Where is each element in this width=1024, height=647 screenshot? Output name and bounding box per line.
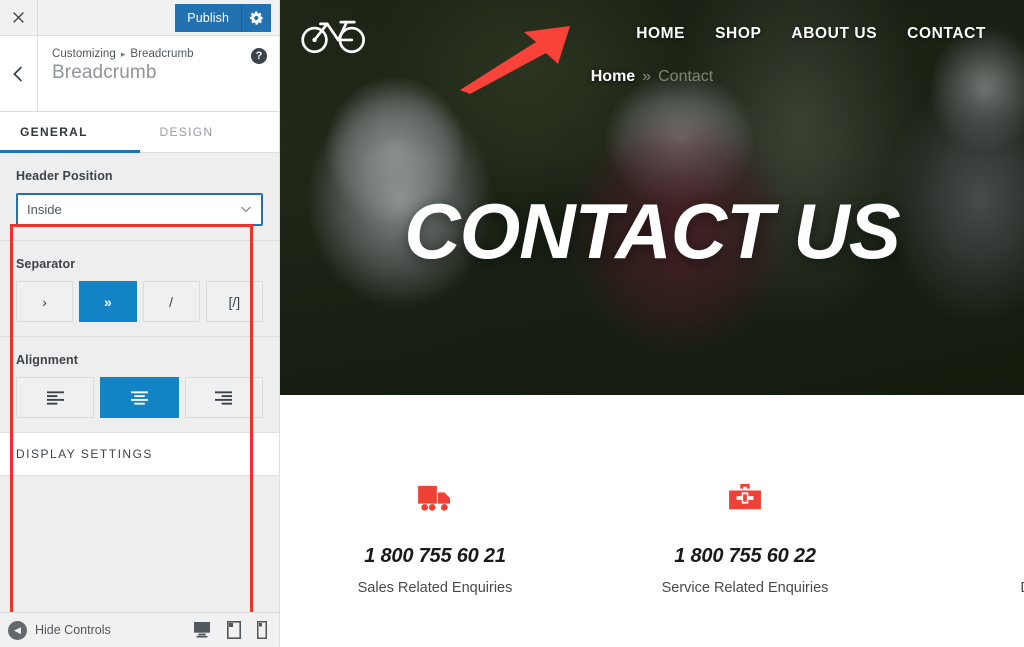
chevron-down-icon bbox=[241, 206, 251, 212]
header-position-value: Inside bbox=[27, 202, 62, 217]
contact-phone-sales[interactable]: 1 800 755 60 21 bbox=[290, 545, 580, 568]
contact-column-sales: 1 800 755 60 21 Sales Related Enquiries bbox=[280, 477, 590, 647]
nav-link-home[interactable]: HOME bbox=[636, 25, 685, 43]
panel-breadcrumb: Customizing ▸ Breadcrumb bbox=[52, 48, 265, 60]
separator-bracket-slash-button[interactable]: [/] bbox=[205, 281, 263, 322]
contact-column-dealership: 1 800 Dealership bbox=[900, 477, 1024, 647]
site-preview: HOME SHOP ABOUT US CONTACT Home » Contac… bbox=[280, 0, 1024, 647]
customizer-sidebar: Publish Customizing ▸ Breadcrumb Breadcr… bbox=[0, 0, 280, 647]
contact-info-section: 1 800 755 60 21 Sales Related Enquiries … bbox=[280, 395, 1024, 647]
close-customizer-button[interactable] bbox=[0, 0, 38, 35]
contact-phone-service[interactable]: 1 800 755 60 22 bbox=[600, 545, 890, 568]
header-position-select[interactable]: Inside bbox=[16, 193, 263, 226]
hero-content: HOME SHOP ABOUT US CONTACT Home » Contac… bbox=[280, 0, 1024, 395]
alignment-label: Alignment bbox=[16, 353, 79, 367]
screen-root: Publish Customizing ▸ Breadcrumb Breadcr… bbox=[0, 0, 1024, 647]
control-alignment: Alignment bbox=[0, 337, 279, 432]
breadcrumb-current-page: Contact bbox=[658, 68, 714, 85]
separator-label: Separator bbox=[16, 257, 76, 271]
site-breadcrumb: Home » Contact bbox=[280, 68, 1024, 86]
collapse-left-icon: ◀ bbox=[8, 620, 27, 640]
breadcrumb-root[interactable]: Customizing bbox=[52, 48, 116, 60]
contact-column-service: 1 800 755 60 22 Service Related Enquirie… bbox=[590, 477, 900, 647]
handshake-icon-wrap bbox=[910, 477, 1024, 519]
bicycle-logo[interactable] bbox=[300, 12, 368, 56]
toolbox-icon bbox=[729, 483, 761, 510]
section-display-settings[interactable]: DISPLAY SETTINGS bbox=[0, 432, 279, 476]
customizer-body: GENERAL DESIGN Header Position Inside Se… bbox=[0, 112, 279, 612]
chevron-left-icon bbox=[13, 65, 23, 82]
publish-group: Publish bbox=[175, 0, 279, 35]
device-desktop-button[interactable] bbox=[193, 622, 211, 638]
hide-controls-label: Hide Controls bbox=[35, 623, 111, 637]
delivery-truck-icon bbox=[418, 485, 450, 511]
align-left-button[interactable] bbox=[16, 377, 95, 418]
breadcrumb-current: Breadcrumb bbox=[130, 48, 194, 60]
customizer-topbar: Publish bbox=[0, 0, 279, 36]
device-desktop-icon bbox=[194, 622, 210, 638]
nav-link-about-us[interactable]: ABOUT US bbox=[791, 25, 877, 43]
header-position-label: Header Position bbox=[16, 169, 113, 183]
device-tablet-icon bbox=[227, 621, 241, 639]
breadcrumb-separator-icon: ▸ bbox=[120, 48, 126, 59]
device-tablet-button[interactable] bbox=[227, 621, 241, 639]
panel-back-button[interactable] bbox=[0, 36, 38, 111]
close-icon bbox=[13, 12, 24, 23]
publish-settings-button[interactable] bbox=[241, 3, 271, 32]
panel-header: Customizing ▸ Breadcrumb Breadcrumb ? bbox=[0, 36, 279, 112]
contact-phone-dealership[interactable]: 1 800 bbox=[910, 545, 1024, 568]
alignment-button-group bbox=[16, 377, 263, 418]
customizer-footer: ◀ Hide Controls bbox=[0, 612, 279, 647]
separator-single-chevron-button[interactable]: › bbox=[16, 281, 74, 322]
separator-double-chevron-button[interactable]: » bbox=[79, 281, 137, 322]
separator-button-group: › » / [/] bbox=[16, 281, 263, 322]
align-right-icon bbox=[215, 390, 233, 405]
gear-icon bbox=[249, 10, 263, 25]
page-title: Breadcrumb bbox=[52, 62, 157, 83]
align-center-button[interactable] bbox=[100, 377, 179, 418]
nav-link-shop[interactable]: SHOP bbox=[715, 25, 761, 43]
nav-link-contact[interactable]: CONTACT bbox=[907, 25, 986, 43]
contact-desc-service: Service Related Enquiries bbox=[661, 580, 829, 596]
breadcrumb-link-home[interactable]: Home bbox=[591, 68, 635, 86]
contact-desc-dealership: Dealership bbox=[910, 580, 1024, 596]
align-left-icon bbox=[46, 390, 64, 405]
align-center-icon bbox=[130, 390, 148, 405]
settings-tabs: GENERAL DESIGN bbox=[0, 112, 279, 153]
tab-general[interactable]: GENERAL bbox=[0, 112, 140, 153]
hide-controls-button[interactable]: ◀ Hide Controls bbox=[8, 620, 193, 640]
delivery-truck-icon-wrap bbox=[290, 477, 580, 519]
help-icon[interactable]: ? bbox=[251, 48, 267, 64]
separator-slash-button[interactable]: / bbox=[142, 281, 200, 322]
control-header-position: Header Position Inside bbox=[0, 153, 279, 241]
contact-desc-sales: Sales Related Enquiries bbox=[357, 580, 513, 596]
panel-title-block: Customizing ▸ Breadcrumb Breadcrumb ? bbox=[38, 36, 279, 111]
device-preview-group bbox=[193, 621, 267, 639]
device-mobile-button[interactable] bbox=[257, 621, 267, 639]
control-separator: Separator › » / [/] bbox=[0, 241, 279, 337]
hero-title: CONTACT US bbox=[404, 187, 901, 275]
hero-section: HOME SHOP ABOUT US CONTACT Home » Contac… bbox=[280, 0, 1024, 395]
breadcrumb-separator: » bbox=[642, 68, 652, 85]
toolbox-icon-wrap bbox=[600, 477, 890, 519]
tab-design[interactable]: DESIGN bbox=[140, 112, 280, 152]
device-mobile-icon bbox=[257, 621, 267, 639]
nav-menu: HOME SHOP ABOUT US CONTACT bbox=[636, 25, 1004, 43]
site-navigation: HOME SHOP ABOUT US CONTACT bbox=[280, 0, 1024, 58]
publish-button[interactable]: Publish bbox=[175, 3, 241, 32]
align-right-button[interactable] bbox=[184, 377, 263, 418]
